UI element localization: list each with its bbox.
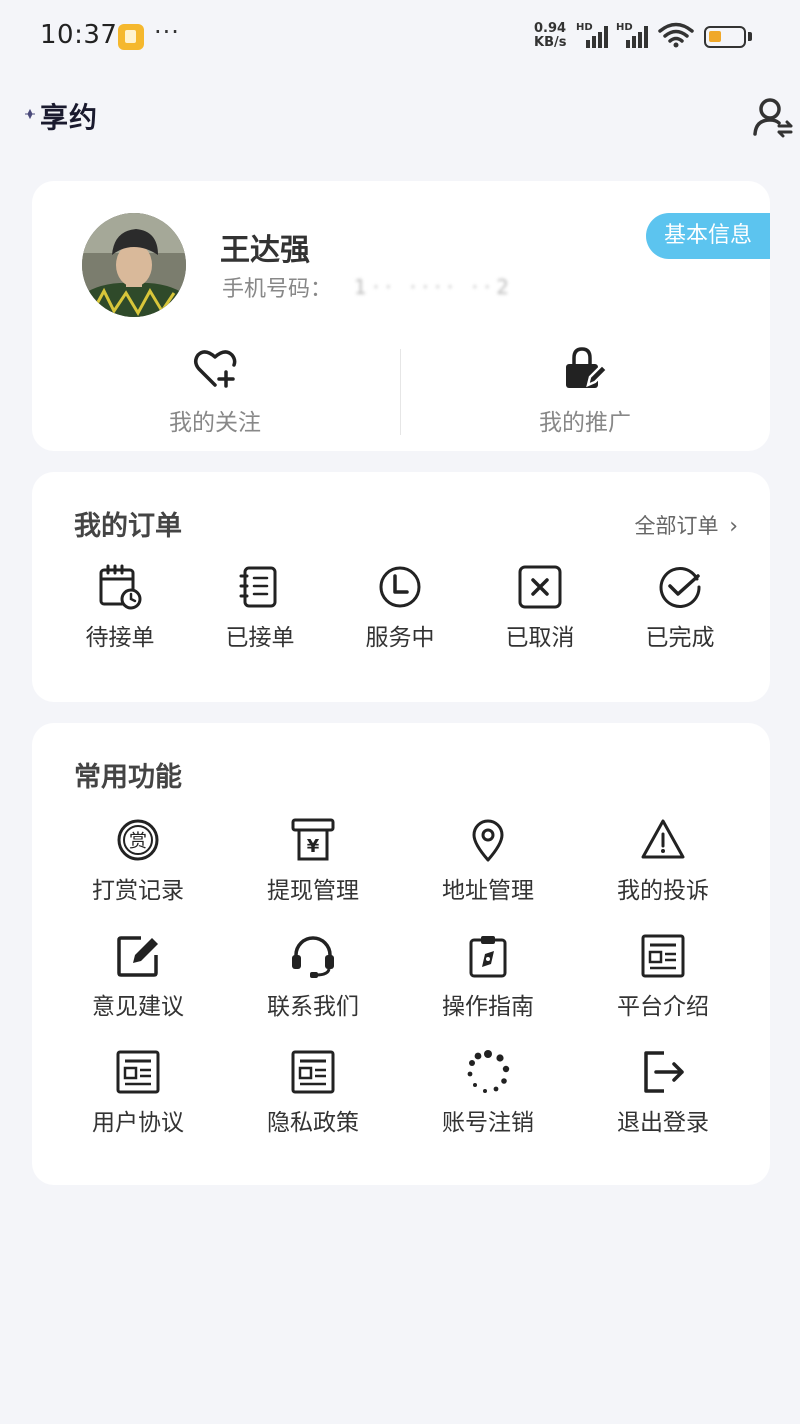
- headset-icon: [292, 936, 334, 978]
- order-status-pending[interactable]: 待接单: [45, 564, 195, 652]
- phone-label: 手机号码：: [222, 277, 333, 302]
- user-name: 王达强: [220, 233, 310, 268]
- avatar[interactable]: [82, 213, 186, 317]
- function-label: 意见建议: [92, 994, 184, 1020]
- reward-icon: 赏: [117, 819, 159, 861]
- order-status-in-service[interactable]: 服务中: [325, 564, 475, 652]
- withdraw-icon: ¥: [291, 818, 335, 861]
- all-orders-link[interactable]: 全部订单 ›: [635, 510, 739, 540]
- function-label: 账号注销: [442, 1110, 534, 1136]
- more-notifications-icon: ···: [154, 18, 180, 46]
- my-follows-button[interactable]: 我的关注: [115, 345, 315, 437]
- function-label: 地址管理: [442, 878, 534, 904]
- signal-1-icon: HD: [576, 22, 614, 48]
- order-status-completed[interactable]: 已完成: [605, 564, 755, 652]
- order-status-accepted[interactable]: 已接单: [185, 564, 335, 652]
- orders-title: 我的订单: [74, 511, 182, 542]
- order-status-label: 已取消: [505, 625, 575, 651]
- network-speed-unit: KB/s: [534, 35, 567, 50]
- reward-records-button[interactable]: 赏 打赏记录: [63, 817, 213, 905]
- wifi-icon: [658, 22, 694, 48]
- calendar-clock-icon: [99, 564, 142, 610]
- function-label: 平台介绍: [617, 994, 709, 1020]
- battery-tip: [748, 32, 752, 41]
- network-speed: 0.94 KB/s: [534, 22, 566, 50]
- battery-level: [709, 31, 721, 42]
- status-bar: 10:37 ··· 0.94 KB/s HD HD: [0, 0, 800, 74]
- gallery-notification-icon: [118, 24, 144, 50]
- user-agreement-button[interactable]: 用户协议: [63, 1049, 213, 1137]
- notebook-icon: [239, 566, 277, 608]
- function-label: 提现管理: [267, 878, 359, 904]
- document-layout-icon: [116, 1050, 160, 1094]
- function-label: 打赏记录: [92, 878, 184, 904]
- battery-icon: [704, 26, 746, 48]
- functions-card: 常用功能 赏 打赏记录 ¥ 提现管理 地址管理 我的投诉 意见建议 联系我们 操…: [32, 723, 770, 1185]
- switch-account-icon[interactable]: [752, 96, 794, 138]
- logout-icon: [644, 1051, 684, 1093]
- order-status-label: 已接单: [225, 625, 295, 651]
- clipboard-compass-icon: [469, 936, 507, 978]
- all-orders-label: 全部订单: [634, 514, 719, 538]
- lock-edit-icon: [566, 347, 608, 388]
- basic-info-button[interactable]: 基本信息: [646, 213, 770, 259]
- document-layout-icon: [291, 1050, 335, 1094]
- location-pin-icon: [472, 819, 504, 862]
- check-circle-icon: [659, 567, 701, 608]
- logout-button[interactable]: 退出登录: [588, 1049, 738, 1137]
- document-layout-icon: [641, 934, 685, 978]
- my-promotion-label: 我的推广: [539, 410, 631, 436]
- svg-text:¥: ¥: [307, 836, 320, 857]
- contact-us-button[interactable]: 联系我们: [238, 933, 388, 1021]
- delete-account-button[interactable]: 账号注销: [413, 1049, 563, 1137]
- order-status-label: 已完成: [645, 625, 715, 651]
- function-label: 我的投诉: [617, 878, 709, 904]
- divider: [400, 349, 401, 435]
- edit-square-icon: [117, 936, 158, 977]
- profile-card: 王达强 手机号码： 1·· ···· ··2 基本信息 我的关注 我的推广: [32, 181, 770, 451]
- loading-icon: [467, 1050, 510, 1093]
- phone-value: 1·· ···· ··2: [354, 275, 516, 299]
- chevron-right-icon: ›: [729, 514, 738, 539]
- functions-title: 常用功能: [74, 762, 182, 793]
- clock-icon: [379, 566, 421, 608]
- my-complaints-button[interactable]: 我的投诉: [588, 817, 738, 905]
- signal-2-icon: HD: [616, 22, 654, 48]
- withdraw-management-button[interactable]: ¥ 提现管理: [238, 817, 388, 905]
- platform-intro-button[interactable]: 平台介绍: [588, 933, 738, 1021]
- feedback-button[interactable]: 意见建议: [63, 933, 213, 1021]
- function-label: 退出登录: [617, 1110, 709, 1136]
- function-label: 隐私政策: [267, 1110, 359, 1136]
- my-follows-label: 我的关注: [169, 410, 261, 436]
- orders-card: 我的订单 全部订单 › 待接单 已接单 服务中 已取消 已完成: [32, 472, 770, 702]
- user-guide-button[interactable]: 操作指南: [413, 933, 563, 1021]
- function-label: 操作指南: [442, 994, 534, 1020]
- address-management-button[interactable]: 地址管理: [413, 817, 563, 905]
- order-status-label: 待接单: [85, 625, 155, 651]
- cancel-box-icon: [518, 565, 562, 609]
- my-promotion-button[interactable]: 我的推广: [485, 345, 685, 437]
- warning-icon: [641, 819, 685, 859]
- order-status-cancelled[interactable]: 已取消: [465, 564, 615, 652]
- heart-plus-icon: [194, 350, 237, 388]
- svg-text:赏: 赏: [129, 831, 147, 852]
- status-time: 10:37: [40, 20, 118, 50]
- function-label: 联系我们: [267, 994, 359, 1020]
- network-speed-value: 0.94: [534, 21, 567, 36]
- privacy-policy-button[interactable]: 隐私政策: [238, 1049, 388, 1137]
- order-status-label: 服务中: [365, 625, 435, 651]
- function-label: 用户协议: [92, 1110, 184, 1136]
- app-logo-text: 享约: [40, 101, 99, 134]
